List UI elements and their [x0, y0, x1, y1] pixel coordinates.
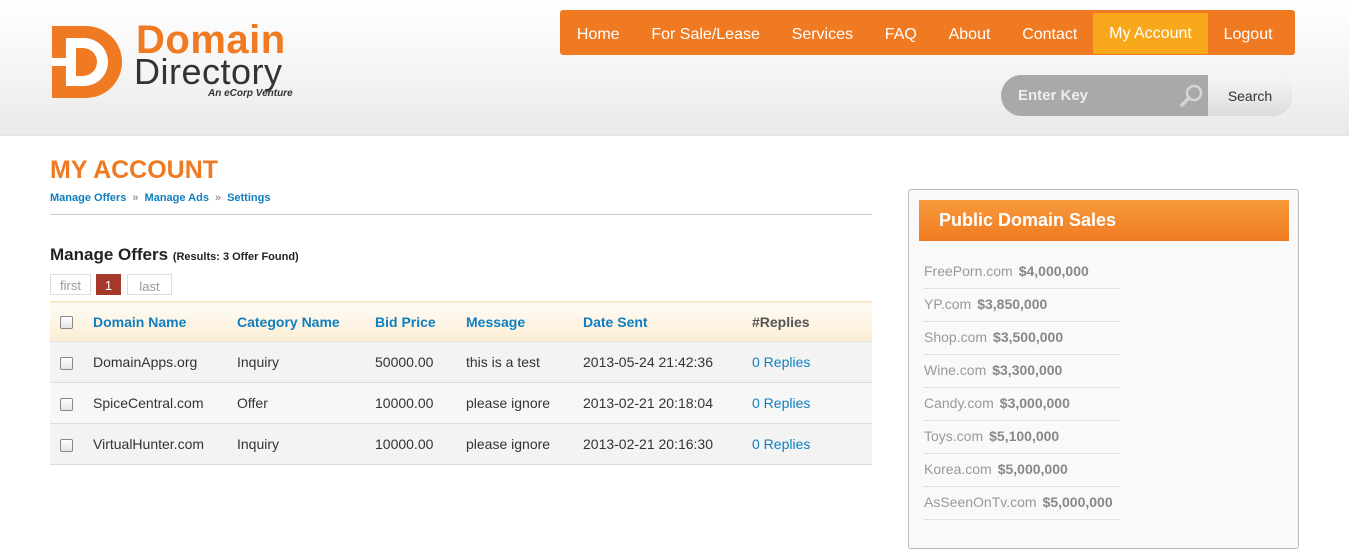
- sales-list: FreePorn.com $4,000,000 YP.com $3,850,000 …: [924, 256, 1120, 520]
- breadcrumb-separator: »: [214, 192, 222, 204]
- sale-price: $4,000,000: [1018, 263, 1089, 279]
- nav-for-sale-lease[interactable]: For Sale/Lease: [635, 12, 775, 53]
- column-category-name[interactable]: Category Name: [237, 302, 375, 342]
- pager-first[interactable]: first: [50, 274, 91, 295]
- sale-domain: YP.com: [924, 296, 972, 312]
- sale-price: $5,000,000: [997, 461, 1068, 477]
- section-title-text: Manage Offers: [50, 245, 169, 264]
- divider: [50, 214, 872, 215]
- main-nav: Home For Sale/Lease Services FAQ About C…: [560, 10, 1295, 55]
- search-button[interactable]: Search: [1208, 75, 1292, 116]
- list-item[interactable]: YP.com $3,850,000: [924, 289, 1120, 322]
- sale-domain: Korea.com: [924, 461, 992, 477]
- list-item[interactable]: FreePorn.com $4,000,000: [924, 256, 1120, 289]
- sale-price: $3,300,000: [992, 362, 1063, 378]
- list-item[interactable]: AsSeenOnTv.com $5,000,000: [924, 487, 1120, 520]
- sale-price: $3,500,000: [993, 329, 1064, 345]
- list-item[interactable]: Wine.com $3,300,000: [924, 355, 1120, 388]
- row-checkbox[interactable]: [60, 397, 73, 411]
- sale-price: $3,850,000: [977, 296, 1048, 312]
- cell-date: 2013-05-24 21:42:36: [583, 341, 752, 383]
- nav-contact[interactable]: Contact: [1006, 12, 1093, 53]
- page-title: MY ACCOUNT: [50, 156, 219, 184]
- pager-current-page[interactable]: 1: [96, 274, 121, 295]
- search-bar: Search: [1001, 75, 1292, 116]
- table-row: VirtualHunter.com Inquiry 10000.00 pleas…: [50, 423, 872, 465]
- sale-domain: Toys.com: [924, 428, 984, 444]
- site-logo[interactable]: Domain Directory An eCorp Venture: [50, 20, 350, 102]
- list-item[interactable]: Toys.com $5,100,000: [924, 421, 1120, 454]
- sale-domain: Wine.com: [924, 362, 987, 378]
- search-input[interactable]: [1001, 75, 1209, 116]
- replies-link[interactable]: 0 Replies: [752, 354, 810, 370]
- replies-link[interactable]: 0 Replies: [752, 436, 810, 452]
- public-domain-sales-panel: Public Domain Sales FreePorn.com $4,000,0…: [908, 189, 1299, 549]
- nav-home[interactable]: Home: [561, 12, 635, 53]
- list-item[interactable]: Candy.com $3,000,000: [924, 388, 1120, 421]
- offers-table: Domain Name Category Name Bid Price Mess…: [50, 301, 872, 465]
- column-bid-price[interactable]: Bid Price: [375, 302, 466, 342]
- breadcrumb-manage-offers[interactable]: Manage Offers: [50, 192, 126, 204]
- cell-date: 2013-02-21 20:16:30: [583, 423, 752, 465]
- cell-bid: 50000.00: [375, 341, 466, 383]
- row-checkbox[interactable]: [60, 438, 73, 452]
- results-count: (Results: 3 Offer Found): [172, 251, 299, 263]
- cell-date: 2013-02-21 20:18:04: [583, 382, 752, 424]
- pagination: first 1 last: [50, 274, 177, 295]
- logo-tagline: An eCorp Venture: [208, 88, 293, 99]
- row-checkbox[interactable]: [60, 356, 73, 370]
- cell-message: please ignore: [466, 423, 583, 465]
- sale-domain: FreePorn.com: [924, 263, 1013, 279]
- list-item[interactable]: Shop.com $3,500,000: [924, 322, 1120, 355]
- site-header: Domain Directory An eCorp Venture Home F…: [0, 0, 1349, 136]
- cell-domain: VirtualHunter.com: [93, 423, 237, 465]
- table-row: SpiceCentral.com Offer 10000.00 please i…: [50, 382, 872, 424]
- nav-services[interactable]: Services: [776, 12, 869, 53]
- cell-domain: DomainApps.org: [93, 341, 237, 383]
- cell-domain: SpiceCentral.com: [93, 382, 237, 424]
- replies-link[interactable]: 0 Replies: [752, 395, 810, 411]
- cell-category: Inquiry: [237, 341, 375, 383]
- panel-title: Public Domain Sales: [919, 200, 1289, 241]
- search-icon: [1180, 84, 1203, 107]
- logo-d-icon: [52, 26, 122, 98]
- sale-price: $5,000,000: [1042, 494, 1113, 510]
- cell-bid: 10000.00: [375, 423, 466, 465]
- logo-word-directory: Directory: [134, 51, 283, 92]
- nav-logout[interactable]: Logout: [1208, 12, 1289, 53]
- nav-my-account[interactable]: My Account: [1093, 13, 1208, 54]
- cell-category: Offer: [237, 382, 375, 424]
- sale-domain: Shop.com: [924, 329, 988, 345]
- column-date-sent[interactable]: Date Sent: [583, 302, 752, 342]
- cell-bid: 10000.00: [375, 382, 466, 424]
- breadcrumb-settings[interactable]: Settings: [227, 192, 270, 204]
- cell-message: please ignore: [466, 382, 583, 424]
- breadcrumb-manage-ads[interactable]: Manage Ads: [145, 192, 209, 204]
- column-message[interactable]: Message: [466, 302, 583, 342]
- nav-about[interactable]: About: [933, 12, 1007, 53]
- sale-domain: AsSeenOnTv.com: [924, 494, 1037, 510]
- column-replies: #Replies: [752, 313, 810, 330]
- select-all-checkbox[interactable]: [60, 316, 73, 330]
- sale-price: $3,000,000: [999, 395, 1070, 411]
- breadcrumb: Manage Offers » Manage Ads » Settings: [50, 192, 270, 204]
- sale-domain: Candy.com: [924, 395, 994, 411]
- table-header-row: Domain Name Category Name Bid Price Mess…: [50, 301, 872, 342]
- breadcrumb-separator: »: [132, 192, 139, 204]
- sale-price: $5,100,000: [989, 428, 1060, 444]
- column-domain-name[interactable]: Domain Name: [93, 302, 237, 342]
- cell-category: Inquiry: [237, 423, 375, 465]
- cell-message: this is a test: [466, 341, 583, 383]
- table-row: DomainApps.org Inquiry 50000.00 this is …: [50, 341, 872, 383]
- section-title: Manage Offers (Results: 3 Offer Found): [50, 245, 299, 265]
- pager-last[interactable]: last: [127, 274, 172, 295]
- nav-faq[interactable]: FAQ: [869, 12, 933, 53]
- list-item[interactable]: Korea.com $5,000,000: [924, 454, 1120, 487]
